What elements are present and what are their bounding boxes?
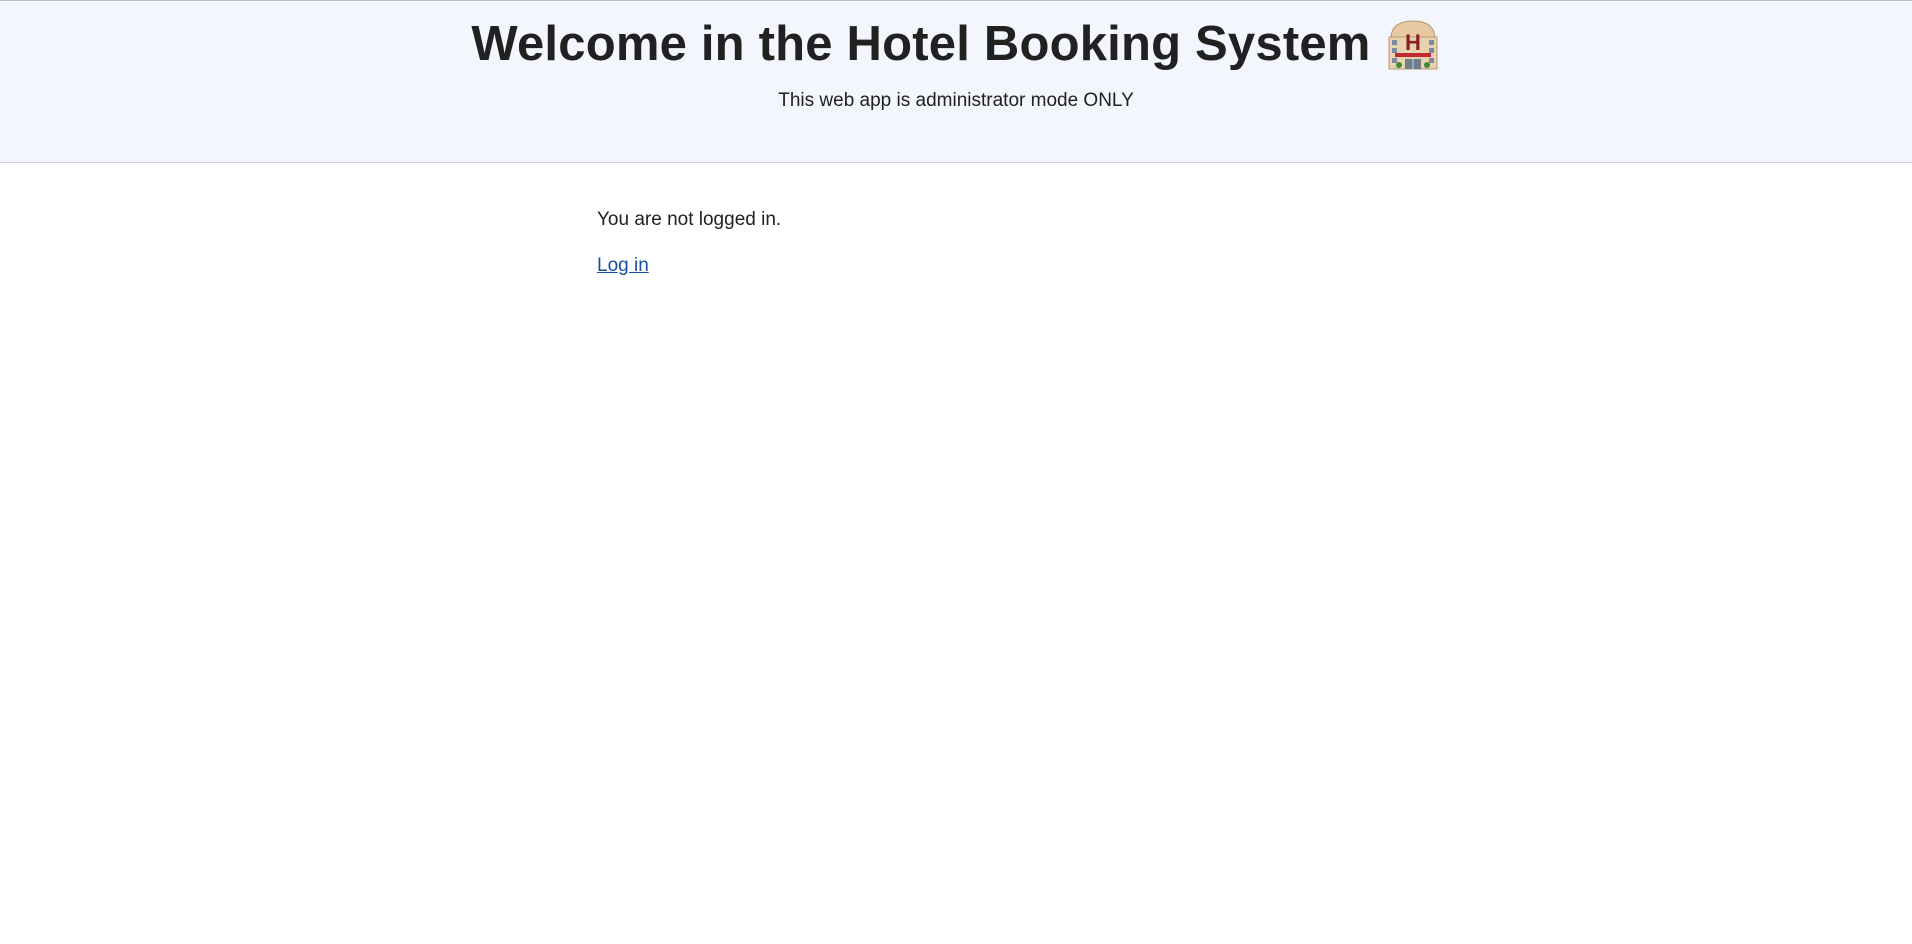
hotel-icon: H [1385, 17, 1441, 71]
main-content: You are not logged in. Log in [597, 206, 1397, 280]
login-status-text: You are not logged in. [597, 209, 782, 230]
page-header: Welcome in the Hotel Booking System H Th… [0, 1, 1912, 163]
title-row: Welcome in the Hotel Booking System H [0, 15, 1912, 73]
page: Welcome in the Hotel Booking System H Th… [0, 0, 1912, 944]
login-link[interactable]: Log in [597, 252, 649, 280]
page-title: Welcome in the Hotel Booking System [471, 17, 1371, 71]
hotel-icon-graphic: H [1388, 20, 1438, 70]
page-subtitle: This web app is administrator mode ONLY [778, 90, 1134, 111]
svg-text:H: H [1405, 30, 1421, 55]
